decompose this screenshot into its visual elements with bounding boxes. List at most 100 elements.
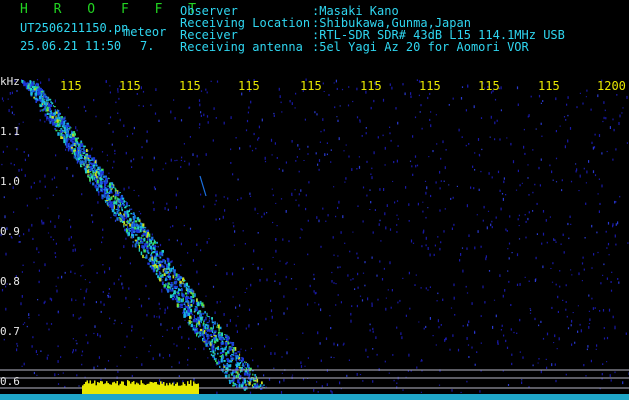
trail-pixel [95,170,98,173]
trail-pixel [93,166,95,168]
noise-speck [580,329,582,333]
noise-speck [606,150,608,153]
trail-pixel [82,152,85,154]
trail-pixel [181,293,183,297]
noise-speck [601,152,603,155]
noise-speck [530,309,532,311]
trail-pixel [188,288,190,291]
noise-speck [138,210,140,212]
noise-speck [390,139,392,142]
trail-pixel [234,352,238,355]
noise-speck [510,142,512,146]
noise-speck [133,126,135,130]
noise-speck [152,168,154,172]
trail-pixel [186,296,189,299]
noise-speck [245,349,247,352]
noise-speck [281,111,283,113]
carrier-bar [190,380,192,394]
noise-speck [480,315,482,317]
trail-pixel [111,185,114,187]
noise-speck [216,80,219,83]
noise-speck [83,303,85,306]
noise-speck [541,242,543,245]
noise-speck [56,289,58,293]
noise-speck [450,197,452,200]
noise-speck [518,214,520,217]
trail-pixel [253,378,255,382]
noise-speck [527,217,529,221]
noise-speck [54,225,56,228]
trail-pixel [118,200,121,202]
trail-pixel [113,200,116,202]
noise-speck [466,380,468,383]
noise-speck [337,119,339,122]
noise-speck [389,132,391,135]
trail-pixel [75,143,77,146]
noise-speck [161,381,163,384]
noise-speck [188,347,190,349]
trail-pixel [104,200,107,202]
noise-speck [145,284,147,288]
trail-pixel [166,257,169,260]
noise-speck [561,189,563,192]
carrier-bar [85,381,87,394]
noise-speck [316,381,318,383]
noise-speck [617,278,619,280]
noise-speck [385,307,387,311]
trail-pixel [83,147,85,152]
y-tick-label: 1.0 [0,175,20,188]
noise-speck [437,236,439,238]
trail-pixel [56,117,59,119]
noise-speck [86,288,88,290]
noise-speck [109,116,112,119]
trail-pixel [167,262,171,266]
noise-speck [285,262,287,265]
trail-pixel [35,93,37,96]
noise-speck [532,191,534,194]
trail-pixel [137,218,139,221]
noise-speck [415,274,417,276]
noise-speck [440,180,442,182]
noise-speck [466,292,469,294]
noise-speck [161,288,163,291]
noise-speck [103,303,105,306]
noise-speck [418,94,420,97]
noise-speck [532,210,534,212]
trail-pixel [63,125,66,127]
trail-pixel [77,154,80,158]
noise-speck [393,379,395,382]
noise-speck [527,177,529,179]
noise-speck [74,272,76,275]
noise-speck [152,201,154,204]
trail-pixel [62,121,64,125]
noise-speck [603,101,605,104]
trail-pixel [91,157,93,161]
noise-speck [38,251,40,254]
carrier-bar [131,381,133,394]
noise-speck [54,252,56,255]
noise-speck [614,325,616,327]
noise-speck [358,156,360,158]
carrier-bar [125,385,127,394]
trail-pixel [211,319,213,323]
noise-speck [274,273,277,275]
trail-pixel [136,230,138,234]
noise-speck [590,359,592,363]
trail-pixel [48,117,50,122]
trail-pixel [203,320,205,325]
noise-speck [496,119,498,122]
carrier-bar [119,383,121,394]
noise-speck [318,303,320,306]
noise-speck [73,244,75,247]
noise-speck [482,219,484,222]
trail-pixel [156,241,158,244]
trail-pixel [65,133,68,138]
noise-speck [501,193,504,195]
trail-pixel [151,266,153,270]
noise-speck [58,217,60,219]
trail-pixel [108,177,110,179]
noise-speck [579,92,581,94]
noise-speck [51,178,53,181]
trail-pixel [210,353,212,356]
timestamp: 25.06.21 11:50 [20,39,122,53]
